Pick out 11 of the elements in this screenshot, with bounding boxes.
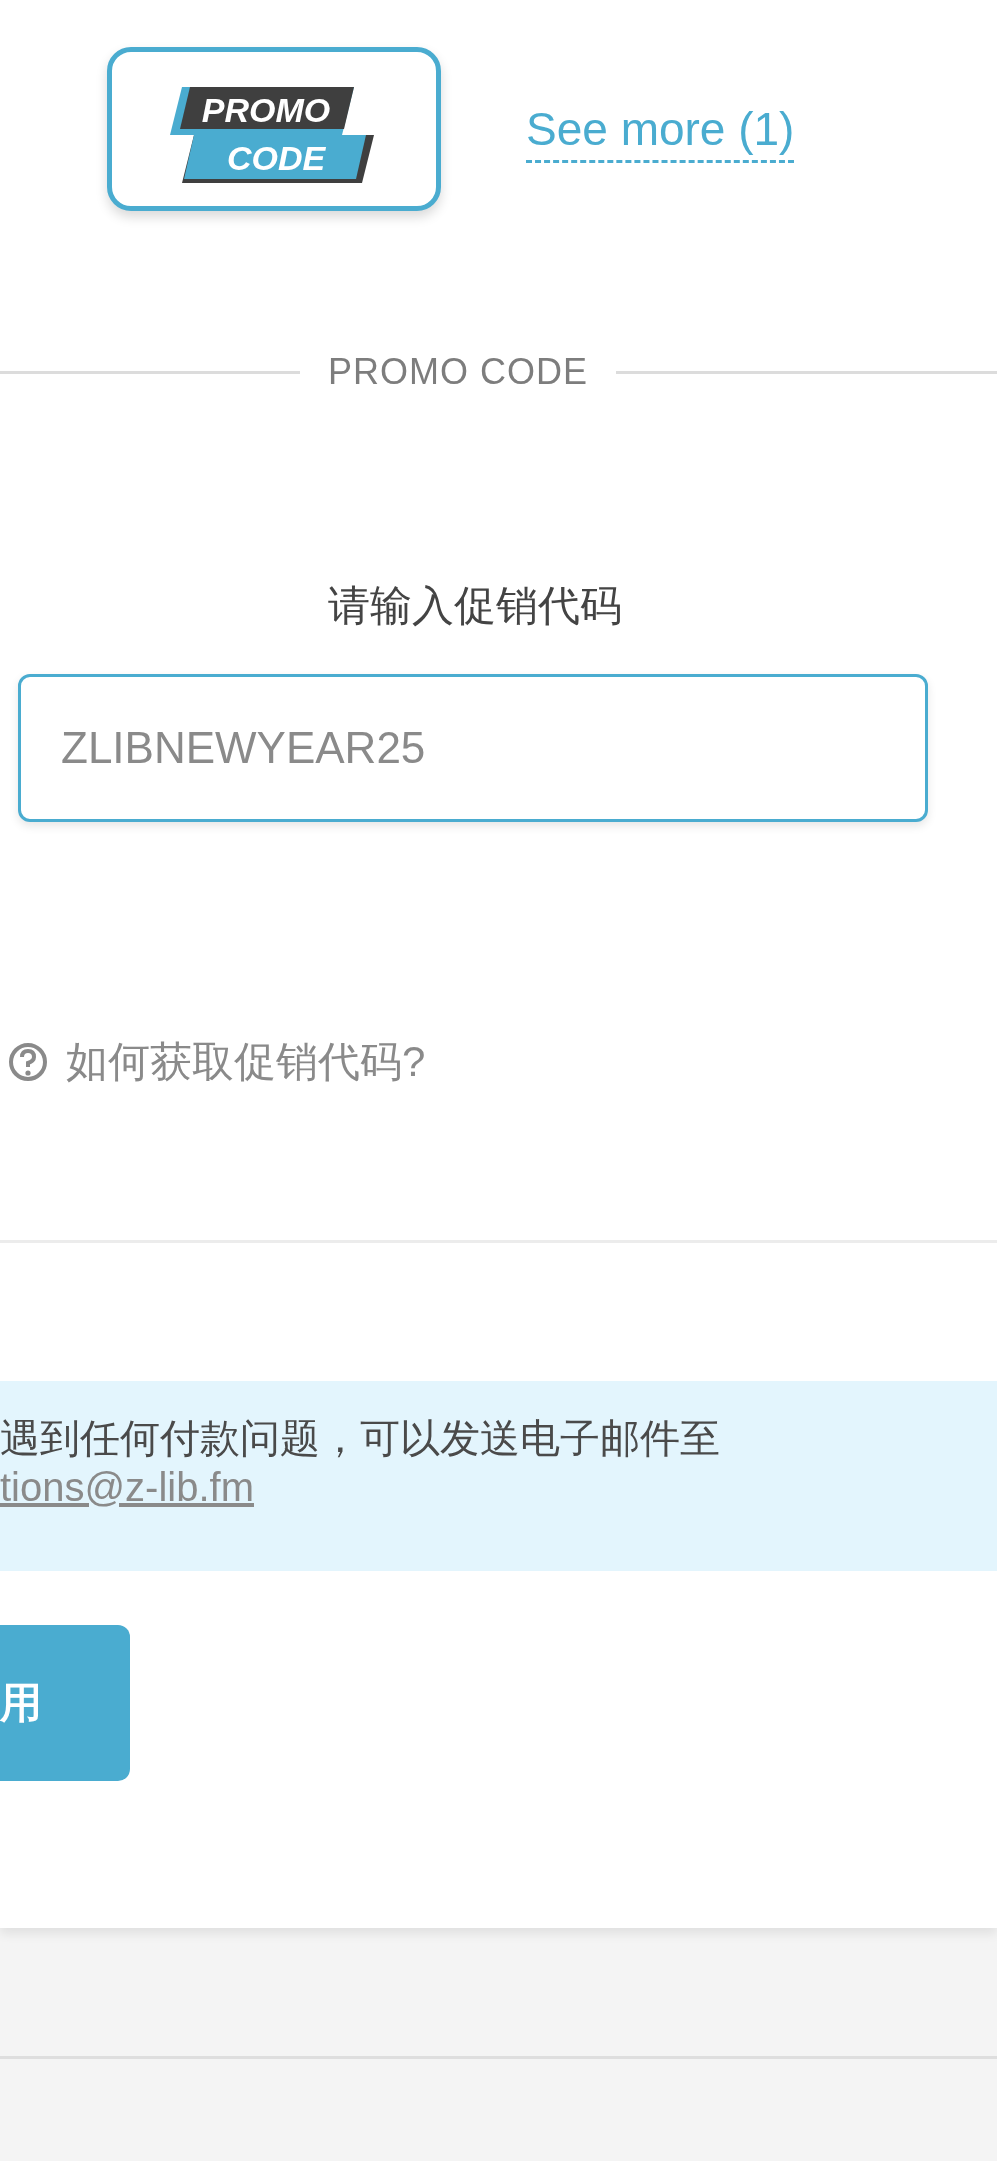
form-heading: 请输入促销代码 <box>327 581 623 631</box>
see-more-link[interactable]: See more (1) <box>526 101 795 163</box>
promo-code-field[interactable]: ZLIBNEWYEAR25 <box>18 674 928 822</box>
help-icon <box>8 1042 48 1082</box>
apply-button[interactable]: 用 <box>0 1625 130 1781</box>
section-title: PROMO CODE <box>328 351 588 393</box>
notice-text: 遇到任何付款问题，可以发送电子邮件至 <box>0 1415 721 1462</box>
logo-text: PROMO <box>201 91 331 129</box>
help-link[interactable]: 如何获取促销代码? <box>66 1034 426 1090</box>
logo-text: CODE <box>226 139 326 177</box>
email-link[interactable]: tions@z-lib.fm <box>0 1465 254 1509</box>
